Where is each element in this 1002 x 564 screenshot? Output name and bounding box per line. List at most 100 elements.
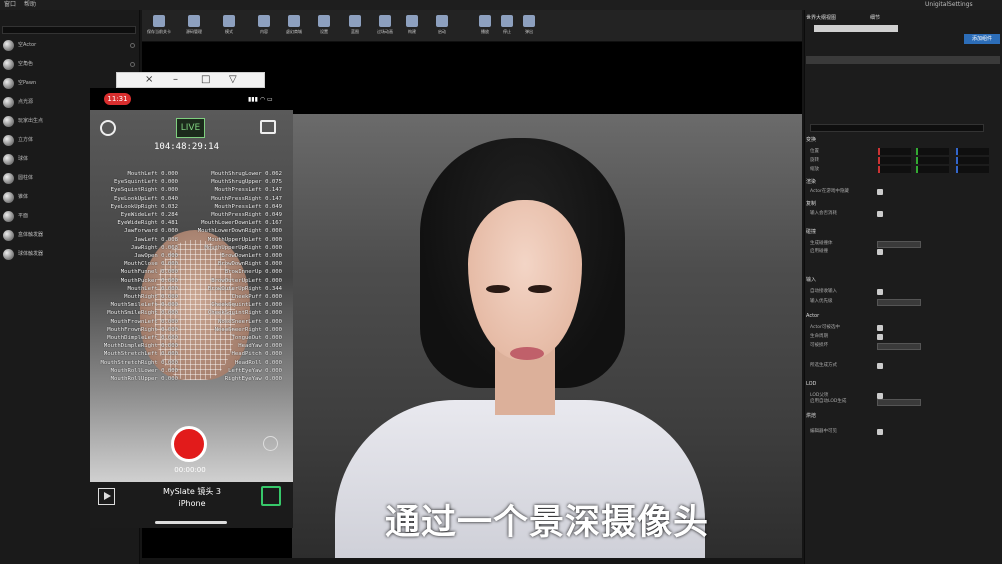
face-tracking-icon[interactable] bbox=[261, 486, 281, 506]
menu-help[interactable]: 帮助 bbox=[24, 0, 36, 10]
live-button[interactable]: LIVE bbox=[176, 118, 205, 138]
vector-field[interactable] bbox=[916, 157, 949, 164]
vector-field[interactable] bbox=[956, 157, 989, 164]
toolbar-button[interactable]: 内容 bbox=[247, 13, 281, 40]
vector-field[interactable] bbox=[956, 166, 989, 173]
toolbar-button[interactable]: 保存当前关卡 bbox=[142, 13, 176, 40]
property-dropdown[interactable] bbox=[877, 241, 921, 248]
blendshape-value: MouthUpperUpRight 0.000 bbox=[204, 244, 282, 251]
property-checkbox[interactable] bbox=[877, 211, 883, 217]
component-root-row[interactable] bbox=[806, 56, 1000, 64]
actor-shape-icon bbox=[3, 97, 14, 108]
details-section-header[interactable]: LOD bbox=[806, 380, 1000, 388]
blendshape-value: MouthClose 0.000 bbox=[124, 261, 178, 268]
blendshape-value: MouthPressRight 0.147 bbox=[211, 195, 282, 202]
vector-field[interactable] bbox=[916, 148, 949, 155]
toolbar-label: 内容 bbox=[260, 29, 268, 34]
toolbar-icon bbox=[288, 15, 300, 27]
toolbar-button[interactable]: 设置 bbox=[307, 13, 341, 40]
add-component-button[interactable]: 添加组件 bbox=[964, 34, 1000, 44]
actor-item-label: 平面 bbox=[18, 213, 29, 219]
search-input[interactable] bbox=[2, 26, 136, 34]
details-section-header[interactable]: 变换 bbox=[806, 136, 1000, 144]
blendshape-value: EyeSquintRight 0.000 bbox=[110, 187, 178, 194]
blendshape-value: BrowOuterUpRight 0.344 bbox=[207, 285, 282, 292]
details-section-header[interactable]: 复制 bbox=[806, 200, 1000, 208]
blendshape-value: MouthLowerDownRight 0.000 bbox=[197, 228, 282, 235]
blendshape-value: MouthStretchRight 0.000 bbox=[100, 359, 178, 366]
property-checkbox[interactable] bbox=[877, 325, 883, 331]
blendshape-value: JawRight 0.063 bbox=[130, 244, 178, 251]
blendshape-value: BrowDownLeft 0.000 bbox=[221, 253, 282, 260]
actor-item[interactable]: 空Actor bbox=[0, 36, 140, 55]
toolbar-button[interactable]: 启动 bbox=[425, 13, 459, 40]
phone-time: 11:31 bbox=[104, 93, 131, 105]
property-row: Actor可被选中 bbox=[810, 325, 840, 330]
pin-icon[interactable]: ▽ bbox=[229, 74, 237, 85]
property-checkbox[interactable] bbox=[877, 289, 883, 295]
top-right-tab[interactable]: UnigitalSettings bbox=[925, 0, 973, 10]
toolbar-button[interactable]: 模式 bbox=[212, 13, 246, 40]
close-icon[interactable]: × bbox=[145, 74, 153, 85]
details-panel bbox=[804, 10, 1002, 564]
property-checkbox[interactable] bbox=[877, 334, 883, 340]
snapshot-icon[interactable] bbox=[263, 436, 278, 451]
blendshape-value: RightEyeYaw 0.000 bbox=[224, 376, 282, 383]
blendshape-value: MouthFrownRight 0.000 bbox=[107, 326, 178, 333]
vector-field[interactable] bbox=[916, 166, 949, 173]
menu-window[interactable]: 窗口 bbox=[4, 0, 16, 10]
vector-field[interactable] bbox=[878, 157, 911, 164]
details-section-header[interactable]: 碰撞 bbox=[806, 228, 1000, 236]
property-dropdown[interactable] bbox=[877, 299, 921, 306]
details-section-header[interactable]: 渲染 bbox=[806, 178, 1000, 186]
blendshape-value: NoseSneerRight 0.000 bbox=[214, 326, 282, 333]
actor-shape-icon bbox=[3, 40, 14, 51]
blendshape-value: MouthRollLower 0.000 bbox=[110, 367, 178, 374]
toolbar-button[interactable]: 蓝图 bbox=[338, 13, 372, 40]
tab-details[interactable]: 细节 bbox=[870, 14, 910, 22]
toolbar-button[interactable]: 虚幻商城 bbox=[277, 13, 311, 40]
record-counter: 00:00:00 bbox=[174, 466, 206, 474]
signal-wifi-battery-icon: ▮▮▮ ◠ ▭ bbox=[248, 96, 273, 103]
tab-world-outliner[interactable]: 世界大纲视图 bbox=[806, 14, 866, 22]
blendshape-value: BrowDownRight 0.000 bbox=[218, 261, 282, 268]
details-section-header[interactable]: Actor bbox=[806, 312, 1000, 320]
minimize-icon[interactable]: – bbox=[173, 74, 178, 85]
toolbar-button[interactable]: 源码管理 bbox=[177, 13, 211, 40]
blendshape-value: MouthPressRight 0.049 bbox=[211, 212, 282, 219]
property-checkbox[interactable] bbox=[877, 363, 883, 369]
toolbar-label: 虚幻商城 bbox=[286, 29, 302, 34]
blendshape-value: MouthRollUpper 0.000 bbox=[110, 376, 178, 383]
maximize-icon[interactable]: □ bbox=[201, 74, 210, 85]
actor-shape-icon bbox=[3, 249, 14, 260]
slate-label[interactable]: MySlate 镜头 3 bbox=[150, 486, 234, 497]
property-dropdown[interactable] bbox=[877, 399, 921, 406]
toolbar-button[interactable]: 弹出 bbox=[512, 13, 546, 40]
property-row: Actor在游戏中隐藏 bbox=[810, 189, 849, 194]
toolbar-label: 保存当前关卡 bbox=[147, 29, 171, 34]
gear-icon[interactable] bbox=[100, 120, 116, 136]
property-row: 所选生成方式 bbox=[810, 363, 837, 368]
details-search-input[interactable] bbox=[810, 124, 984, 132]
blendshape-value: MouthSmileRight 0.000 bbox=[107, 310, 178, 317]
property-checkbox[interactable] bbox=[877, 249, 883, 255]
vector-field[interactable] bbox=[956, 148, 989, 155]
blendshape-value: EyeLookUpLeft 0.040 bbox=[114, 195, 178, 202]
details-section-header[interactable]: 输入 bbox=[806, 276, 1000, 284]
toolbar-button[interactable]: 构建 bbox=[395, 13, 429, 40]
vector-field[interactable] bbox=[878, 148, 911, 155]
property-checkbox[interactable] bbox=[877, 429, 883, 435]
property-checkbox[interactable] bbox=[877, 189, 883, 195]
property-row: 编辑器中可见 bbox=[810, 429, 837, 434]
details-section-header[interactable]: 烘焙 bbox=[806, 412, 1000, 420]
property-dropdown[interactable] bbox=[877, 343, 921, 350]
record-button[interactable] bbox=[171, 426, 207, 462]
info-icon[interactable] bbox=[130, 62, 135, 67]
blendshape-list-right: MouthShrugLower 0.062 MouthShrugUpper 0.0… bbox=[196, 170, 282, 383]
actor-name-field[interactable] bbox=[814, 25, 898, 32]
property-row: 启用碰撞 bbox=[810, 249, 828, 254]
video-toggle-icon[interactable] bbox=[260, 120, 276, 134]
blendshape-value: EyeSquintLeft 0.000 bbox=[114, 179, 178, 186]
vector-field[interactable] bbox=[878, 166, 911, 173]
info-icon[interactable] bbox=[130, 43, 135, 48]
